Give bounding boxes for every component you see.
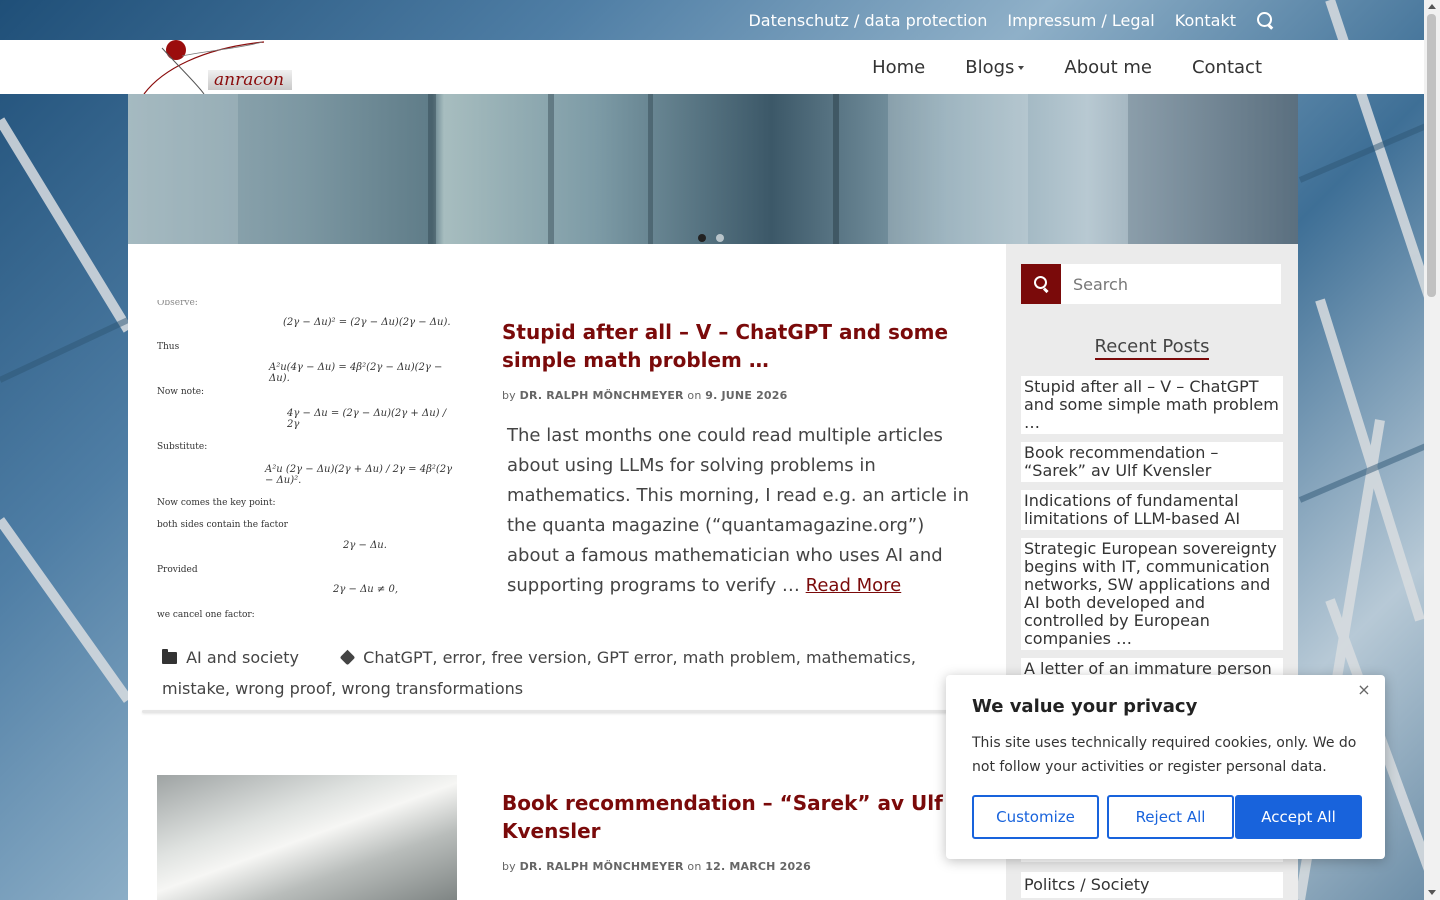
- nav-home[interactable]: Home: [872, 57, 925, 78]
- logo-text: anracon: [208, 70, 292, 90]
- math-text: Substitute:: [157, 442, 208, 452]
- tag-link[interactable]: error: [443, 648, 482, 667]
- site-logo[interactable]: anracon: [142, 40, 292, 95]
- search-input[interactable]: [1061, 264, 1281, 304]
- page-scrollbar[interactable]: [1424, 0, 1440, 900]
- slider-dots: [698, 234, 724, 242]
- post-taxonomy: AI and society ChatGPT, error, free vers…: [162, 648, 916, 698]
- post-meta: by DR. RALPH MÖNCHMEYER on 12. MARCH 202…: [502, 860, 811, 873]
- topbar-link-data-protection[interactable]: Datenschutz / data protection: [748, 11, 987, 30]
- nav-blogs[interactable]: Blogs: [965, 56, 1025, 78]
- search-icon[interactable]: [1256, 11, 1274, 29]
- math-equation: 2γ − Δu ≠ 0,: [333, 584, 399, 595]
- category-link[interactable]: AI and society: [186, 648, 299, 667]
- accept-all-button[interactable]: Accept All: [1235, 795, 1362, 839]
- close-icon[interactable]: ×: [1357, 682, 1371, 698]
- post-card: Book recommendation – “Sarek” av Ulf Kve…: [142, 764, 992, 900]
- nav-blogs-label: Blogs: [965, 56, 1015, 78]
- post-date[interactable]: 12. MARCH 2026: [705, 860, 811, 873]
- nav-about[interactable]: About me: [1064, 57, 1152, 78]
- tag-link[interactable]: mathematics: [806, 648, 911, 667]
- post-divider: [142, 710, 992, 713]
- scroll-up-icon[interactable]: [1428, 4, 1436, 9]
- meta-on: on: [687, 860, 702, 873]
- tag-link[interactable]: math problem: [683, 648, 796, 667]
- search-button[interactable]: [1021, 264, 1061, 304]
- math-text: Observe:: [157, 300, 198, 308]
- math-equation: (2γ − Δu)² = (2γ − Δu)(2γ − Δu).: [283, 317, 451, 328]
- nav-contact[interactable]: Contact: [1192, 57, 1262, 78]
- recent-post-item[interactable]: Indications of fundamental limitations o…: [1021, 490, 1283, 530]
- topbar-link-legal[interactable]: Impressum / Legal: [1007, 11, 1154, 30]
- recent-post-item[interactable]: Stupid after all – V – ChatGPT and some …: [1021, 376, 1283, 434]
- slider-dot-2[interactable]: [716, 234, 724, 242]
- tag-link[interactable]: mistake: [162, 679, 225, 698]
- cookie-consent-dialog: We value your privacy × This site uses t…: [946, 675, 1385, 859]
- excerpt-text: The last months one could read multiple …: [507, 425, 969, 596]
- math-text: Now note:: [157, 387, 205, 397]
- tag-link[interactable]: wrong proof: [235, 679, 331, 698]
- recent-posts-title-text: Recent Posts: [1094, 336, 1210, 360]
- slider-dot-1[interactable]: [698, 234, 706, 242]
- math-text: both sides contain the factor: [157, 520, 288, 530]
- tag-link[interactable]: GPT error: [597, 648, 673, 667]
- post-card: Observe: (2γ − Δu)² = (2γ − Δu)(2γ − Δu)…: [142, 244, 992, 714]
- tag-icon: [339, 649, 356, 666]
- customize-button[interactable]: Customize: [972, 795, 1099, 839]
- cookie-text: This site uses technically required cook…: [972, 735, 1357, 775]
- top-bar: Datenschutz / data protection Impressum …: [0, 0, 1424, 40]
- math-equation: 2γ − Δu.: [343, 540, 387, 551]
- meta-on: on: [687, 389, 702, 402]
- post-thumbnail[interactable]: [157, 775, 457, 900]
- math-text: we cancel one factor:: [157, 610, 255, 620]
- read-more-link[interactable]: Read More: [806, 575, 902, 596]
- post-title[interactable]: Stupid after all – V – ChatGPT and some …: [502, 318, 972, 374]
- post-author[interactable]: DR. RALPH MÖNCHMEYER: [520, 389, 684, 402]
- cookie-title: We value your privacy: [972, 696, 1198, 717]
- caret-down-icon: [1018, 65, 1025, 70]
- recent-post-item[interactable]: Strategic European sovereignty begins wi…: [1021, 538, 1283, 650]
- math-equation: A²u (2γ − Δu)(2γ + Δu) / 2γ = 4β²(2γ − Δ…: [265, 464, 453, 486]
- folder-icon: [162, 649, 177, 664]
- main-nav: Home Blogs About me Contact: [872, 40, 1262, 94]
- hero-slider: [128, 94, 1298, 244]
- post-excerpt: The last months one could read multiple …: [507, 421, 977, 601]
- reject-all-button[interactable]: Reject All: [1107, 795, 1234, 839]
- math-equation: 4γ − Δu = (2γ − Δu)(2γ + Δu) / 2γ: [287, 408, 447, 430]
- meta-by: by: [502, 389, 516, 402]
- sidebar-search: [1021, 264, 1281, 304]
- meta-by: by: [502, 860, 516, 873]
- post-date[interactable]: 9. JUNE 2026: [705, 389, 787, 402]
- post-thumbnail[interactable]: Observe: (2γ − Δu)² = (2γ − Δu)(2γ − Δu)…: [157, 300, 457, 635]
- post-title[interactable]: Book recommendation – “Sarek” av Ulf Kve…: [502, 789, 972, 845]
- scroll-down-icon[interactable]: [1428, 890, 1436, 895]
- math-text: Provided: [157, 565, 198, 575]
- recent-post-item[interactable]: Book recommendation – “Sarek” av Ulf Kve…: [1021, 442, 1283, 482]
- site-header: anracon Home Blogs About me Contact: [0, 40, 1424, 95]
- topbar-link-contact[interactable]: Kontakt: [1175, 11, 1236, 30]
- main-content: Observe: (2γ − Δu)² = (2γ − Δu)(2γ − Δu)…: [128, 244, 1006, 900]
- math-equation: A²u(4γ − Δu) = 4β²(2γ − Δu)(2γ − Δu).: [269, 362, 443, 384]
- category-item[interactable]: Politcs / Society: [1021, 872, 1283, 898]
- post-author[interactable]: DR. RALPH MÖNCHMEYER: [520, 860, 684, 873]
- tag-link[interactable]: wrong transformations: [341, 679, 523, 698]
- math-text: Thus: [157, 342, 180, 352]
- scrollbar-thumb[interactable]: [1427, 14, 1436, 297]
- recent-posts-list: Stupid after all – V – ChatGPT and some …: [1021, 376, 1283, 706]
- post-meta: by DR. RALPH MÖNCHMEYER on 9. JUNE 2026: [502, 389, 788, 402]
- tag-link[interactable]: free version: [491, 648, 586, 667]
- tag-link[interactable]: ChatGPT: [363, 648, 432, 667]
- recent-posts-title: Recent Posts: [1006, 336, 1298, 360]
- math-text: Now comes the key point:: [157, 498, 276, 508]
